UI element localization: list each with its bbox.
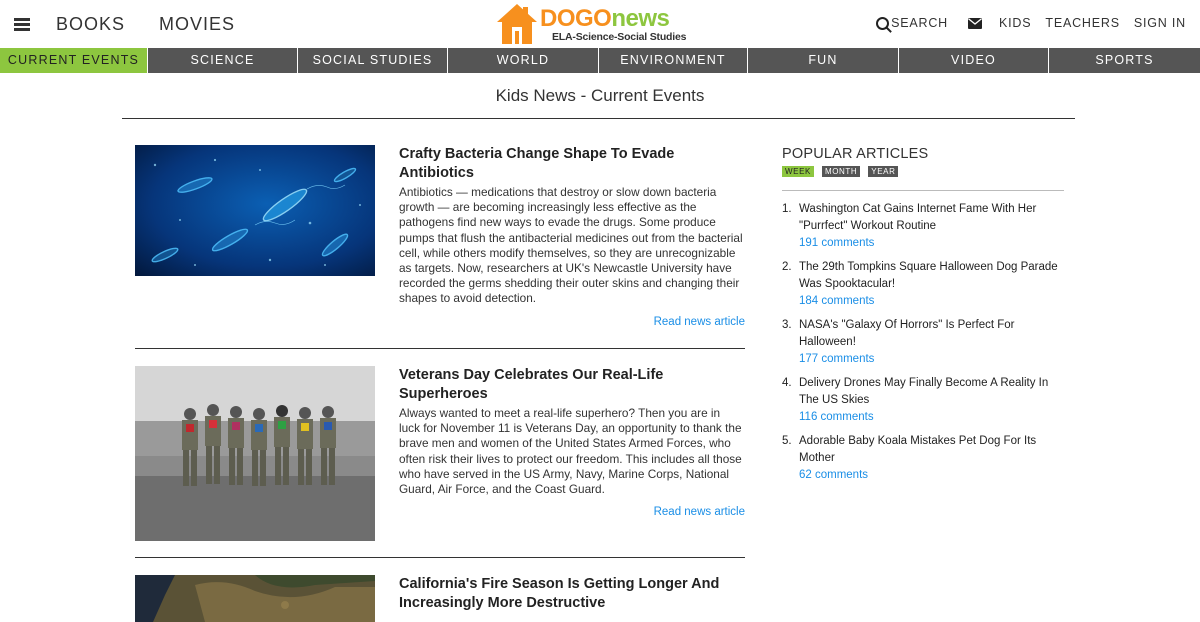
article-summary: Always wanted to meet a real-life superh… — [399, 406, 742, 497]
popular-articles-panel: POPULAR ARTICLES WEEK MONTH YEAR 1. Wash… — [782, 146, 1064, 491]
article-title[interactable]: Veterans Day Celebrates Our Real-Life Su… — [399, 366, 729, 404]
tab-fun[interactable]: FUN — [748, 48, 899, 73]
comments-count-link[interactable]: 191 comments — [799, 235, 1064, 252]
tab-month[interactable]: MONTH — [821, 166, 861, 177]
article-title[interactable]: California's Fire Season Is Getting Long… — [399, 575, 729, 613]
rank-number: 2. — [782, 261, 792, 273]
popular-divider — [782, 190, 1064, 191]
tab-year[interactable]: YEAR — [868, 166, 899, 177]
nav-kids-link[interactable]: KIDS — [999, 16, 1031, 30]
primary-nav: BOOKS MOVIES — [56, 14, 263, 35]
popular-article-link[interactable]: The 29th Tompkins Square Halloween Dog P… — [799, 259, 1064, 293]
nav-sign-in-link[interactable]: SIGN IN — [1134, 16, 1186, 30]
dogonews-logo[interactable]: DOGOnews ELA-Science-Social Studies — [496, 3, 716, 47]
article-item: Crafty Bacteria Change Shape To Evade An… — [135, 145, 745, 349]
rank-number: 3. — [782, 319, 792, 331]
site-header: BOOKS MOVIES DOGOnews ELA-Science-Social… — [0, 0, 1200, 48]
popular-article-link[interactable]: Delivery Drones May Finally Become A Rea… — [799, 375, 1064, 409]
tab-week[interactable]: WEEK — [782, 166, 814, 177]
popular-article-link[interactable]: NASA's "Galaxy Of Horrors" Is Perfect Fo… — [799, 317, 1064, 351]
list-item: 5. Adorable Baby Koala Mistakes Pet Dog … — [782, 433, 1064, 484]
article-item: California's Fire Season Is Getting Long… — [135, 575, 745, 622]
tab-sports[interactable]: SPORTS — [1049, 48, 1200, 73]
tab-environment[interactable]: ENVIRONMENT — [599, 48, 748, 73]
read-article-link[interactable]: Read news article — [654, 506, 745, 518]
article-item: Veterans Day Celebrates Our Real-Life Su… — [135, 366, 745, 558]
article-title[interactable]: Crafty Bacteria Change Shape To Evade An… — [399, 145, 729, 183]
search-label: SEARCH — [891, 16, 949, 30]
nav-movies-link[interactable]: MOVIES — [159, 14, 235, 34]
envelope-icon — [968, 17, 983, 29]
nav-books-link[interactable]: BOOKS — [56, 14, 125, 34]
category-bar: CURRENT EVENTS SCIENCE SOCIAL STUDIES WO… — [0, 48, 1200, 73]
search-button[interactable]: SEARCH — [876, 16, 948, 30]
tab-video[interactable]: VIDEO — [899, 48, 1049, 73]
list-item: 3. NASA's "Galaxy Of Horrors" Is Perfect… — [782, 317, 1064, 368]
comments-count-link[interactable]: 184 comments — [799, 293, 1064, 310]
house-logo-icon — [497, 4, 537, 44]
article-divider — [135, 557, 745, 558]
article-thumbnail[interactable] — [135, 366, 375, 541]
comments-count-link[interactable]: 177 comments — [799, 351, 1064, 368]
popular-articles-title: POPULAR ARTICLES — [782, 146, 929, 162]
hamburger-menu-icon[interactable] — [14, 18, 30, 31]
rank-number: 1. — [782, 203, 792, 215]
page-title: Kids News - Current Events — [495, 86, 705, 105]
comments-count-link[interactable]: 116 comments — [799, 409, 1064, 426]
secondary-nav: SEARCH KIDS TEACHERS SIGN IN — [862, 16, 1186, 30]
popular-article-link[interactable]: Washington Cat Gains Internet Fame With … — [799, 201, 1064, 235]
search-icon — [876, 16, 890, 30]
title-divider — [122, 118, 1075, 119]
tab-current-events[interactable]: CURRENT EVENTS — [0, 48, 148, 73]
popular-article-link[interactable]: Adorable Baby Koala Mistakes Pet Dog For… — [799, 433, 1064, 467]
article-thumbnail[interactable] — [135, 575, 375, 622]
tab-social-studies[interactable]: SOCIAL STUDIES — [298, 48, 448, 73]
list-item: 2. The 29th Tompkins Square Halloween Do… — [782, 259, 1064, 310]
article-divider — [135, 348, 745, 349]
nav-teachers-link[interactable]: TEACHERS — [1045, 16, 1119, 30]
popular-period-tabs: WEEK MONTH YEAR — [782, 166, 1064, 177]
tab-science[interactable]: SCIENCE — [148, 48, 298, 73]
tab-world[interactable]: WORLD — [448, 48, 599, 73]
rank-number: 4. — [782, 377, 792, 389]
contact-button[interactable] — [968, 17, 983, 29]
popular-articles-list: 1. Washington Cat Gains Internet Fame Wi… — [782, 201, 1064, 484]
logo-wordmark: DOGOnews — [540, 5, 670, 32]
read-article-link[interactable]: Read news article — [654, 316, 745, 328]
list-item: 4. Delivery Drones May Finally Become A … — [782, 375, 1064, 426]
list-item: 1. Washington Cat Gains Internet Fame Wi… — [782, 201, 1064, 252]
comments-count-link[interactable]: 62 comments — [799, 467, 1064, 484]
article-thumbnail[interactable] — [135, 145, 375, 276]
logo-tagline: ELA-Science-Social Studies — [552, 31, 687, 43]
rank-number: 5. — [782, 435, 792, 447]
article-summary: Antibiotics — medications that destroy o… — [399, 185, 743, 306]
